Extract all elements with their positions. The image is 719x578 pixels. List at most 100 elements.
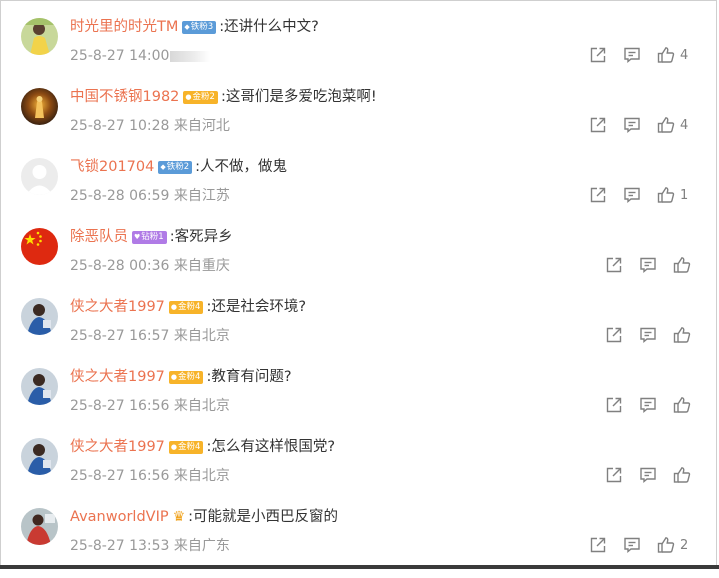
avatar[interactable] [21,508,58,545]
avatar[interactable] [21,18,58,55]
like-button[interactable]: 1 [657,186,688,204]
comment-meta: 25-8-27 16:57 来自北京 [70,326,230,346]
like-button[interactable] [673,466,691,484]
username-link[interactable]: 侠之大者1997 [70,296,165,318]
comment-location: 来自北京 [173,328,230,344]
fan-badge[interactable]: ◆ 铁粉2 [158,160,193,174]
comment-date: 25-8-27 14:00 [70,48,170,64]
like-count: 4 [680,117,689,133]
comment-meta: 25-8-27 10:28 来自河北 [70,116,230,136]
comment-meta: 25-8-27 14:00 [70,46,211,66]
comment-date: 25-8-27 16:57 [70,328,170,344]
thumbs-up-icon [657,187,675,203]
reply-button[interactable] [623,46,641,64]
comment-item: 侠之大者1997 ● 金粉4 :教育有问题? 25-8-27 16:56 来自北京 [1,368,719,438]
username-link[interactable]: 侠之大者1997 [70,436,165,458]
fan-badge[interactable]: ● 金粉2 [183,90,218,104]
comment-date: 25-8-27 16:56 [70,468,170,484]
comment-text: :人不做，做鬼 [195,159,288,175]
comment-location: 来自重庆 [173,258,230,274]
share-button[interactable] [589,46,607,64]
comment-actions: 2 [589,534,704,556]
username-link[interactable]: 除恶队员 [70,226,128,248]
comment-meta: 25-8-28 06:59 来自江苏 [70,186,230,206]
comment-meta: 25-8-28 00:36 来自重庆 [70,256,230,276]
diamond-icon: ● [170,442,178,451]
avatar[interactable] [21,298,58,335]
like-button[interactable] [673,256,691,274]
avatar[interactable] [21,228,58,265]
like-count: 4 [680,47,689,63]
comment-location: 来自江苏 [173,188,230,204]
thumbs-up-icon [657,47,675,63]
comment-actions [605,394,707,416]
diamond-icon: ● [170,372,178,381]
comment-meta: 25-8-27 13:53 来自广东 [70,536,230,556]
comment-item: 飞锁201704 ◆ 铁粉2 :人不做，做鬼 25-8-28 06:59 来自江苏… [1,158,719,228]
reply-button[interactable] [639,256,657,274]
comment-date: 25-8-27 10:28 [70,118,170,134]
comment-text: :这哥们是多爱吃泡菜啊! [220,89,377,105]
share-button[interactable] [589,186,607,204]
fan-badge[interactable]: ● 金粉4 [168,300,204,314]
comment-list-panel: 时光里的时光TM ◆铁粉3 :还讲什么中文? 25-8-27 14:00 4 [0,0,717,567]
avatar[interactable] [21,158,58,195]
comment-item: 中国不锈钢1982 ● 金粉2 :这哥们是多爱吃泡菜啊! 25-8-27 10:2… [1,88,719,158]
share-button[interactable] [589,116,607,134]
comment-text: :客死异乡 [169,229,233,245]
reply-button[interactable] [623,116,641,134]
fan-badge[interactable]: ● 金粉4 [168,370,204,384]
vip-crown-icon: ♛ [172,509,186,525]
like-count: 1 [680,187,689,203]
comment-date: 25-8-28 06:59 [70,188,170,204]
comment-location: 来自广东 [173,538,230,554]
avatar[interactable] [21,438,58,475]
comment-actions: 4 [589,114,704,136]
avatar[interactable] [21,88,58,125]
share-button[interactable] [605,466,623,484]
reply-button[interactable] [639,396,657,414]
like-button[interactable]: 4 [657,46,688,64]
comment-actions [605,464,707,486]
share-icon [590,47,606,63]
diamond-icon: ◆ [160,162,166,171]
comment-text: :怎么有这样恨国党? [206,439,336,455]
share-icon [606,257,622,273]
reply-button[interactable] [639,466,657,484]
like-button[interactable] [673,326,691,344]
share-icon [590,537,606,553]
comment-actions: 1 [589,184,704,206]
like-button[interactable]: 4 [657,116,688,134]
like-button[interactable]: 2 [657,536,688,554]
fan-badge[interactable]: ● 金粉4 [168,440,204,454]
username-link[interactable]: 时光里的时光TM [70,16,178,38]
username-link[interactable]: AvanworldVIP [70,506,169,528]
username-link[interactable]: 飞锁201704 [70,156,154,178]
comment-icon [624,187,640,203]
username-link[interactable]: 中国不锈钢1982 [70,86,179,108]
comment-icon [640,257,656,273]
comment-meta: 25-8-27 16:56 来自北京 [70,396,230,416]
fan-badge[interactable]: ♥ 钻粉1 [132,230,167,244]
reply-button[interactable] [623,536,641,554]
comment-meta: 25-8-27 16:56 来自北京 [70,466,230,486]
comment-icon [624,47,640,63]
like-count: 2 [680,537,689,553]
share-button[interactable] [605,326,623,344]
like-button[interactable] [673,396,691,414]
reply-button[interactable] [623,186,641,204]
reply-button[interactable] [639,326,657,344]
comment-date: 25-8-27 13:53 [70,538,170,554]
username-link[interactable]: 侠之大者1997 [70,366,165,388]
comment-text: :还是社会环境? [206,299,307,315]
comment-item: 侠之大者1997 ● 金粉4 :还是社会环境? 25-8-27 16:57 来自北… [1,298,719,368]
fan-badge[interactable]: ◆ 铁粉3 [182,20,217,34]
diamond-icon: ● [170,302,178,311]
share-button[interactable] [605,256,623,274]
share-button[interactable] [605,396,623,414]
avatar[interactable] [21,368,58,405]
thumbs-up-icon [673,467,691,483]
comment-text: :教育有问题? [206,369,292,385]
diamond-icon: ● [185,92,192,101]
share-button[interactable] [589,536,607,554]
